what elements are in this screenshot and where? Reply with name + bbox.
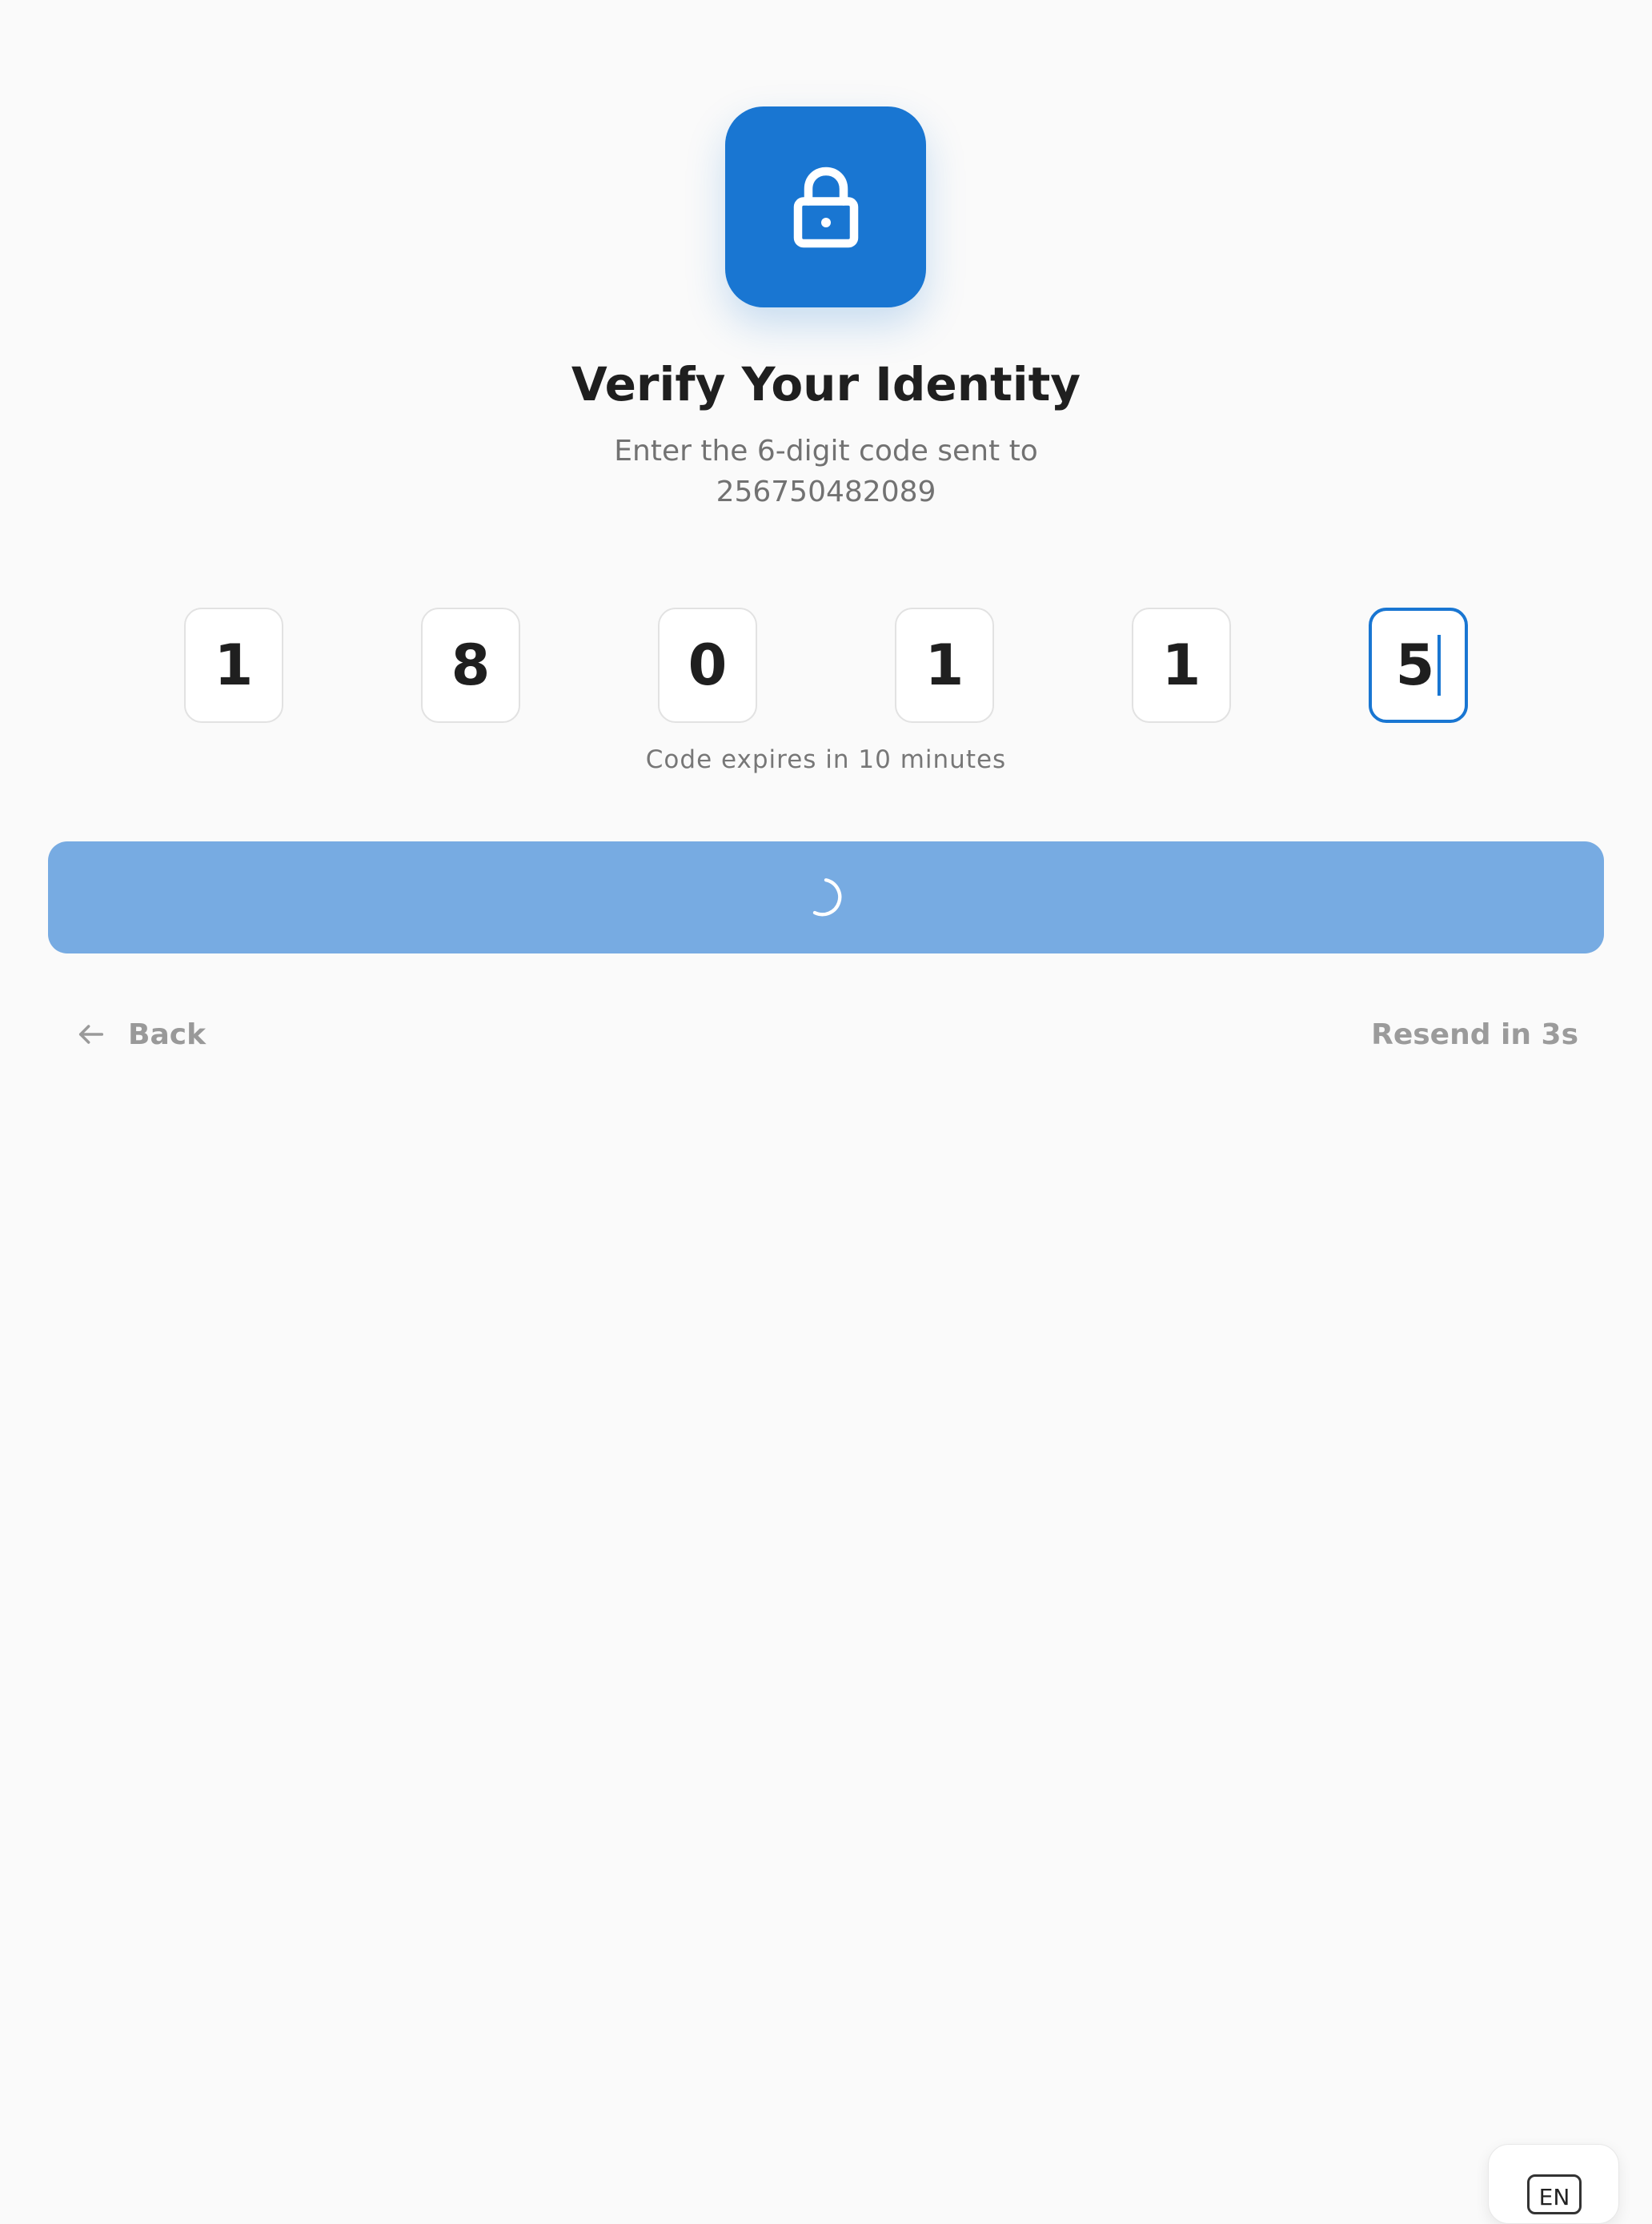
page-title: Verify Your Identity <box>571 357 1081 411</box>
page-subtitle: Enter the 6-digit code sent to 256750482… <box>0 431 1652 512</box>
code-expiry-text: Code expires in 10 minutes <box>645 745 1007 774</box>
back-label: Back <box>128 1018 206 1051</box>
code-digit-3[interactable]: 0 <box>658 608 757 723</box>
arrow-left-icon <box>78 1025 104 1044</box>
loading-spinner-icon <box>812 878 842 917</box>
code-digit-1[interactable]: 1 <box>184 608 283 723</box>
language-switcher[interactable]: EN <box>1488 2144 1619 2224</box>
code-digit-2[interactable]: 8 <box>421 608 520 723</box>
resend-label: Resend in 3s <box>1371 1018 1578 1051</box>
subtitle-phone-number: 256750482089 <box>716 476 936 508</box>
subtitle-instruction: Enter the 6-digit code sent to <box>614 435 1038 468</box>
verification-code-input[interactable]: 1 8 0 1 1 5 <box>184 608 1468 725</box>
resend-code-button[interactable]: Resend in 3s <box>1371 1014 1578 1055</box>
language-code: EN <box>1527 2174 1582 2214</box>
code-digit-4[interactable]: 1 <box>895 608 994 723</box>
lock-icon <box>793 167 858 247</box>
code-digit-6[interactable]: 5 <box>1369 608 1468 723</box>
verify-button[interactable] <box>48 841 1604 953</box>
lock-badge <box>725 106 926 307</box>
code-digit-5[interactable]: 1 <box>1132 608 1231 723</box>
back-button[interactable]: Back <box>75 1014 206 1055</box>
